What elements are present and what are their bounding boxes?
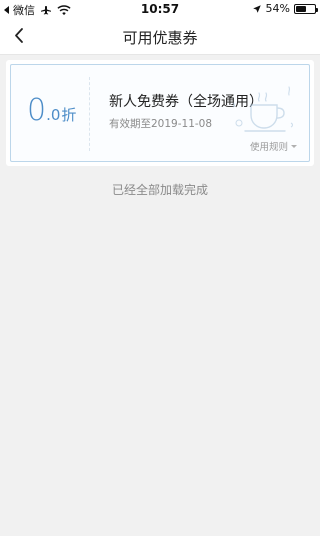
battery-level [296, 5, 306, 12]
location-arrow-icon [252, 4, 261, 13]
battery-percent: 54% [265, 2, 290, 15]
coupon-ticket: 0.0折 新人免费券（全场通用） 有效期至2019-11-08 使用规则 [10, 64, 310, 162]
page-title: 可用优惠券 [122, 29, 198, 47]
status-right: 54% [252, 2, 318, 15]
coupon-value-integer: 0 [27, 93, 47, 128]
usage-rules-label: 使用规则 [249, 142, 288, 153]
coupon-card[interactable]: 0.0折 新人免费券（全场通用） 有效期至2019-11-08 使用规则 [6, 60, 314, 166]
coffee-cup-icon [232, 86, 293, 132]
coupon-value-decimal: .0 [46, 106, 61, 124]
nav-bar: 可用优惠券 [0, 18, 320, 55]
status-bar: 微信 10:57 54% [0, 0, 320, 18]
list-end-text: 已经全部加载完成 [111, 183, 208, 197]
coupon-divider [89, 77, 90, 151]
battery-icon [294, 3, 318, 14]
coupon-value: 0.0折 [27, 93, 76, 128]
caret-down-icon [291, 144, 297, 148]
coupon-value-area: 0.0折 [11, 65, 89, 161]
usage-rules-link[interactable]: 使用规则 [250, 139, 297, 153]
coupon-expiry: 有效期至2019-11-08 [109, 118, 213, 130]
coupon-value-unit: 折 [61, 106, 77, 124]
